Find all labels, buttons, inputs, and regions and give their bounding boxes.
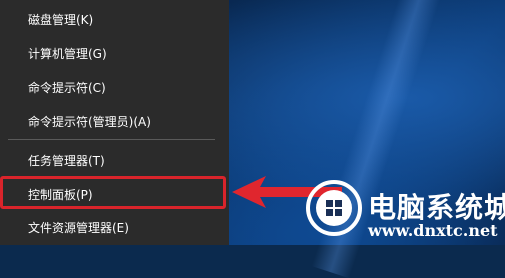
menu-item-disk-management[interactable]: 磁盘管理(K) <box>0 2 229 36</box>
menu-item-command-prompt-admin[interactable]: 命令提示符(管理员)(A) <box>0 104 229 138</box>
context-menu: 磁盘管理(K) 计算机管理(G) 命令提示符(C) 命令提示符(管理员)(A) … <box>0 0 229 245</box>
watermark-url: www.dnxtc.net <box>368 221 498 240</box>
menu-item-label: 命令提示符(管理员)(A) <box>28 114 151 129</box>
watermark-brand: 电脑系统城 <box>368 191 505 224</box>
menu-separator <box>8 139 215 140</box>
windows-logo-icon <box>306 180 362 236</box>
menu-item-computer-management[interactable]: 计算机管理(G) <box>0 36 229 70</box>
menu-item-task-manager[interactable]: 任务管理器(T) <box>0 143 229 177</box>
menu-item-label: 磁盘管理(K) <box>28 12 94 27</box>
menu-item-label: 文件资源管理器(E) <box>28 220 129 235</box>
menu-item-label: 计算机管理(G) <box>28 46 107 61</box>
menu-item-file-explorer[interactable]: 文件资源管理器(E) <box>0 210 229 244</box>
control-panel-highlight-box <box>0 176 226 209</box>
menu-item-label: 任务管理器(T) <box>28 153 105 168</box>
menu-item-label: 命令提示符(C) <box>28 80 106 95</box>
menu-item-command-prompt[interactable]: 命令提示符(C) <box>0 70 229 104</box>
